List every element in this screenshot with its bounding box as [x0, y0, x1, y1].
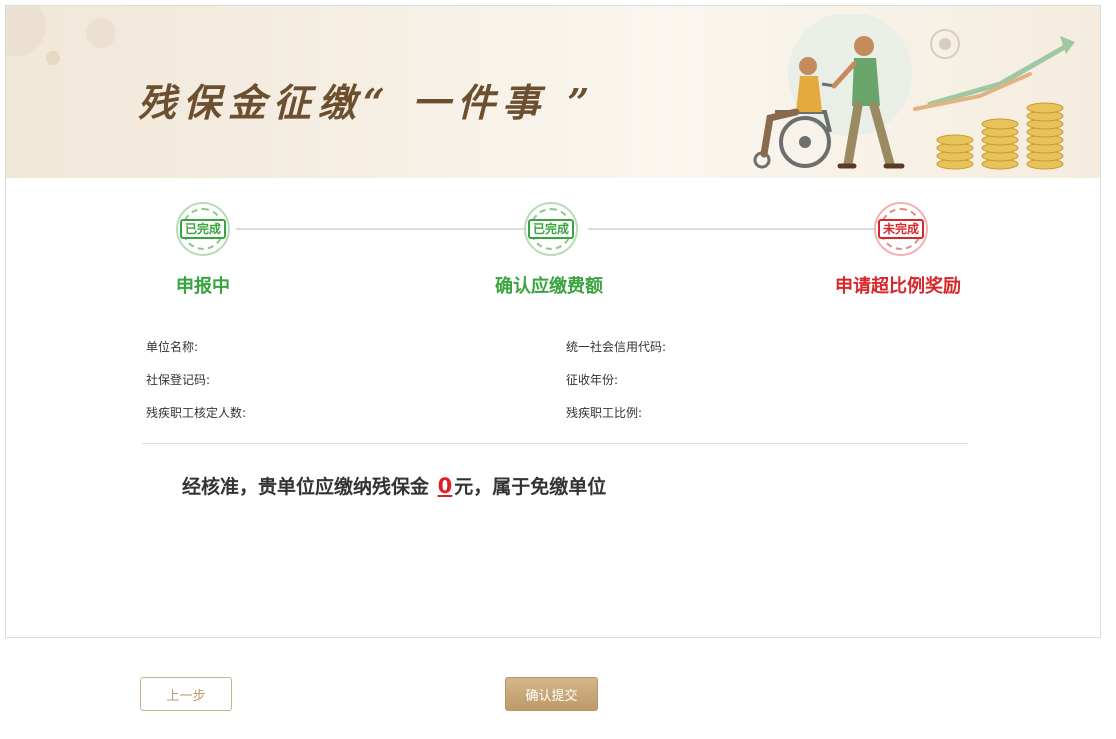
- credit-code-label: 统一社会信用代码:: [566, 340, 667, 354]
- unit-name-label: 单位名称:: [146, 340, 199, 354]
- main-panel: 残保金征缴“ 一件事 ” 已完成 申报中 已完成 确认应缴费额 未完成 申请超比…: [5, 5, 1101, 638]
- result-amount: 0: [437, 474, 453, 498]
- step-3-status: 未完成: [878, 219, 925, 239]
- progress-steps: 已完成 申报中 已完成 确认应缴费额 未完成 申请超比例奖励: [6, 196, 1100, 306]
- banner-decoration: [6, 6, 46, 56]
- step-1-label: 申报中: [176, 276, 230, 297]
- previous-step-button[interactable]: 上一步: [140, 677, 232, 711]
- step-1-status: 已完成: [180, 219, 227, 239]
- banner-decoration: [86, 18, 116, 48]
- step-2-status: 已完成: [528, 219, 575, 239]
- step-2-label: 确认应缴费额: [495, 276, 603, 297]
- disabled-ratio-label: 残疾职工比例:: [566, 406, 643, 420]
- result-prefix: 经核准，贵单位应缴纳残保金: [182, 476, 430, 498]
- social-security-label: 社保登记码:: [146, 373, 211, 387]
- disabled-count-label: 残疾职工核定人数:: [146, 406, 247, 420]
- step-connector: [236, 228, 524, 230]
- step-connector: [588, 228, 874, 230]
- page-title: 残保金征缴“ 一件事 ”: [138, 80, 597, 125]
- wheelchair-coins-illustration: [753, 14, 1075, 170]
- section-divider: [142, 443, 968, 444]
- collection-year-label: 征收年份:: [566, 373, 619, 387]
- result-suffix: 元，属于免缴单位: [454, 476, 607, 498]
- step-3-status-stamp: 未完成: [874, 202, 928, 256]
- result-message: 经核准，贵单位应缴纳残保金 0 元，属于免缴单位: [182, 472, 606, 499]
- header-banner: 残保金征缴“ 一件事 ”: [6, 6, 1100, 178]
- step-1-status-stamp: 已完成: [176, 202, 230, 256]
- step-2-status-stamp: 已完成: [524, 202, 578, 256]
- step-3-label: 申请超比例奖励: [835, 276, 961, 297]
- banner-decoration: [46, 51, 60, 65]
- confirm-submit-button[interactable]: 确认提交: [505, 677, 598, 711]
